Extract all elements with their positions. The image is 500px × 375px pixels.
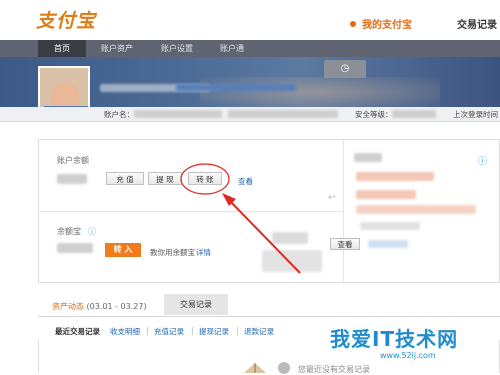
annotation-arrow-line bbox=[227, 198, 301, 274]
empty-records-text: 您最近没有交易记录 bbox=[298, 365, 370, 374]
annotation-overlay bbox=[180, 163, 301, 274]
sub-link-refund[interactable]: 退款记录 bbox=[244, 326, 274, 337]
annotation-circle bbox=[180, 163, 230, 195]
sub-link-recharge[interactable]: 充值记录 bbox=[154, 326, 184, 337]
sub-separator: | bbox=[146, 326, 149, 335]
asset-dynamics-tab[interactable]: 资产动态 (03.01 - 03.27) bbox=[52, 301, 147, 312]
trade-records-tab[interactable]: 交易记录 bbox=[164, 294, 228, 315]
site-watermark: 我爱IT技术网 bbox=[330, 327, 459, 351]
sub-link-recent[interactable]: 最近交易记录 bbox=[55, 326, 100, 337]
sub-link-withdraw[interactable]: 提现记录 bbox=[199, 326, 229, 337]
sub-separator: | bbox=[236, 326, 239, 335]
sub-separator: | bbox=[191, 326, 194, 335]
sub-link-income-expense[interactable]: 收支明细 bbox=[110, 326, 140, 337]
empty-records-icon bbox=[242, 360, 268, 373]
tabs-underline bbox=[38, 316, 500, 317]
site-watermark-url: www.52ij.com bbox=[380, 351, 436, 360]
empty-info-icon bbox=[278, 362, 290, 374]
